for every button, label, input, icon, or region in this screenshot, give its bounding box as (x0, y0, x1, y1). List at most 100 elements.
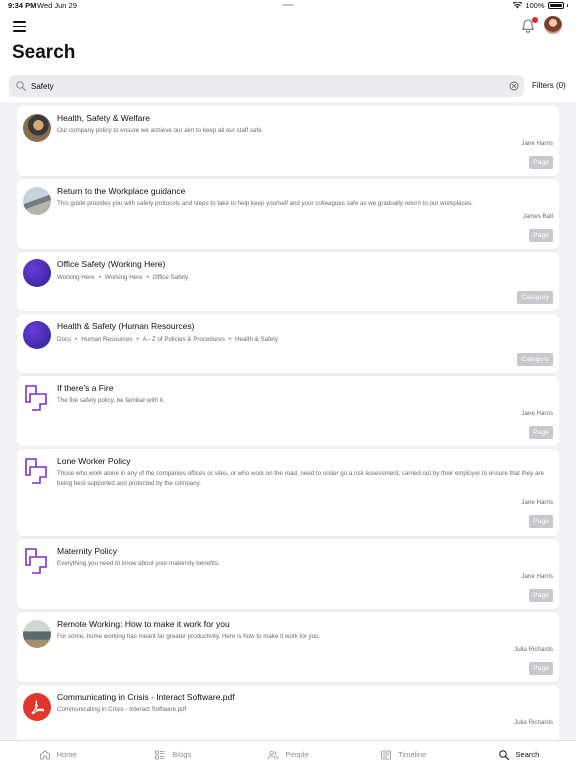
pdf-file-icon (23, 693, 51, 721)
result-thumbnail (23, 187, 51, 215)
interact-logo-icon (25, 458, 47, 484)
breadcrumb-separator: • (98, 274, 101, 281)
result-title: Return to the Workplace guidance (57, 186, 186, 196)
result-title: Office Safety (Working Here) (57, 259, 166, 269)
result-author: Julia Richards (514, 719, 553, 726)
tab-people[interactable]: People (230, 741, 345, 768)
result-type-badge: Page (529, 515, 553, 528)
result-type-badge: Page (529, 662, 553, 675)
search-input[interactable] (31, 78, 491, 94)
home-icon (39, 750, 50, 759)
breadcrumb-separator: • (146, 274, 149, 281)
notification-dot (532, 17, 538, 23)
result-description: Communicating in Crisis - Interact Softw… (57, 706, 187, 713)
result-description: Everything you need to know about your m… (57, 560, 220, 567)
result-author: James Ball (522, 213, 553, 220)
multitasking-grabber[interactable] (282, 4, 294, 6)
result-card-maternity[interactable]: Maternity Policy Everything you need to … (17, 539, 559, 609)
interact-logo-icon (25, 548, 47, 574)
battery-cap (566, 4, 568, 7)
tab-label: Blogs (172, 750, 192, 759)
wifi-icon (513, 2, 523, 9)
result-description: This guide provides you with safety prot… (57, 200, 473, 207)
result-title: Lone Worker Policy (57, 456, 131, 466)
tab-label: People (285, 750, 309, 759)
result-type-badge: Page (529, 229, 553, 242)
result-description: Our company policy to ensure we achieve … (57, 127, 264, 134)
blogs-icon (155, 750, 165, 759)
result-type-badge: Category (517, 291, 553, 304)
people-icon (267, 750, 279, 759)
tab-timeline[interactable]: Timeline (346, 741, 461, 768)
breadcrumb: Docs • Human Resources • A - Z of Policies &… (57, 336, 278, 343)
result-card-health-safety-welfare[interactable]: Health, Safety & Welfare Our company pol… (17, 106, 559, 176)
result-description: The fire safety policy, be familiar with… (57, 397, 165, 404)
result-description: Those who work alone in any of the compa… (57, 470, 544, 487)
status-bar: 9:34 PM Wed Jun 29 100% (0, 0, 576, 12)
result-title: Remote Working: How to make it work for … (57, 619, 230, 629)
result-type-badge: Category (517, 353, 553, 366)
battery-icon (547, 2, 564, 9)
breadcrumb-item: Working Here (57, 274, 95, 281)
result-author: Jane Harris (521, 499, 553, 506)
breadcrumb-item: Human Resources (81, 336, 133, 343)
result-author: Jane Harris (521, 573, 553, 580)
search-icon (498, 749, 509, 760)
breadcrumb-item: Office Safety (152, 274, 189, 281)
category-thumbnail (23, 321, 51, 349)
timeline-icon (381, 750, 392, 759)
result-card-lone-worker[interactable]: Lone Worker Policy Those who work alone … (17, 449, 559, 536)
battery-percent: 100% (525, 1, 545, 10)
result-type-badge: Page (529, 156, 553, 169)
tab-home[interactable]: Home (0, 741, 115, 768)
breadcrumb: Working Here • Working Here • Office Safety (57, 274, 188, 281)
result-title: Communicating in Crisis - Interact Softw… (57, 692, 235, 702)
result-card-office-safety[interactable]: Office Safety (Working Here) Working Her… (17, 252, 559, 311)
breadcrumb-separator: • (136, 336, 139, 343)
result-card-health-safety-hr[interactable]: Health & Safety (Human Resources) Docs • H… (17, 314, 559, 373)
status-right: 100% (513, 1, 568, 10)
search-field[interactable] (9, 75, 524, 97)
result-title: Health & Safety (Human Resources) (57, 321, 195, 331)
header: Search (0, 12, 576, 72)
breadcrumb-separator: • (228, 336, 232, 343)
result-title: If there's a Fire (57, 383, 114, 393)
result-title: Health, Safety & Welfare (57, 113, 150, 123)
breadcrumb-item: Docs (57, 336, 72, 343)
user-avatar[interactable] (544, 16, 562, 34)
magnifier-icon (16, 81, 27, 92)
page-title: Search (12, 42, 76, 63)
result-title: Maternity Policy (57, 546, 117, 556)
tab-label: Search (515, 750, 540, 759)
status-time: 9:34 PM (8, 1, 37, 10)
result-type-badge: Page (529, 426, 553, 439)
category-thumbnail (23, 259, 51, 287)
result-thumbnail (23, 620, 51, 648)
status-date: Wed Jun 29 (37, 1, 77, 10)
result-card-communicating-crisis[interactable]: Communicating in Crisis - Interact Softw… (17, 685, 559, 740)
result-card-return-to-workplace[interactable]: Return to the Workplace guidance This gu… (17, 179, 559, 249)
breadcrumb-item: A - Z of Policies & Procedures (142, 336, 225, 343)
result-thumbnail (23, 114, 51, 142)
hamburger-menu-icon[interactable] (13, 21, 26, 32)
result-author: Jane Harris (521, 140, 553, 147)
results-list: Health, Safety & Welfare Our company pol… (17, 106, 559, 740)
tab-search[interactable]: Search (461, 741, 576, 768)
interact-logo-icon (25, 385, 47, 411)
breadcrumb-separator: • (75, 336, 78, 343)
result-author: Jane Harris (521, 410, 553, 417)
search-row: Filters (0) (0, 72, 576, 102)
tab-label: Timeline (398, 750, 427, 759)
result-card-fire[interactable]: If there's a Fire The fire safety policy… (17, 376, 559, 446)
filters-button[interactable]: Filters (0) (532, 81, 566, 90)
tab-bar: Home Blogs People Timeline Search (0, 740, 576, 768)
result-description: For some, home working has meant far gre… (57, 633, 321, 640)
breadcrumb-item: Working Here (104, 274, 143, 281)
result-card-remote-working[interactable]: Remote Working: How to make it work for … (17, 612, 559, 682)
result-type-badge: Page (529, 589, 553, 602)
tab-label: Home (56, 750, 77, 759)
clear-search-icon[interactable] (509, 81, 519, 91)
breadcrumb-item: Health & Safety (235, 336, 279, 343)
result-author: Julia Richards (514, 646, 553, 653)
tab-blogs[interactable]: Blogs (115, 741, 230, 768)
